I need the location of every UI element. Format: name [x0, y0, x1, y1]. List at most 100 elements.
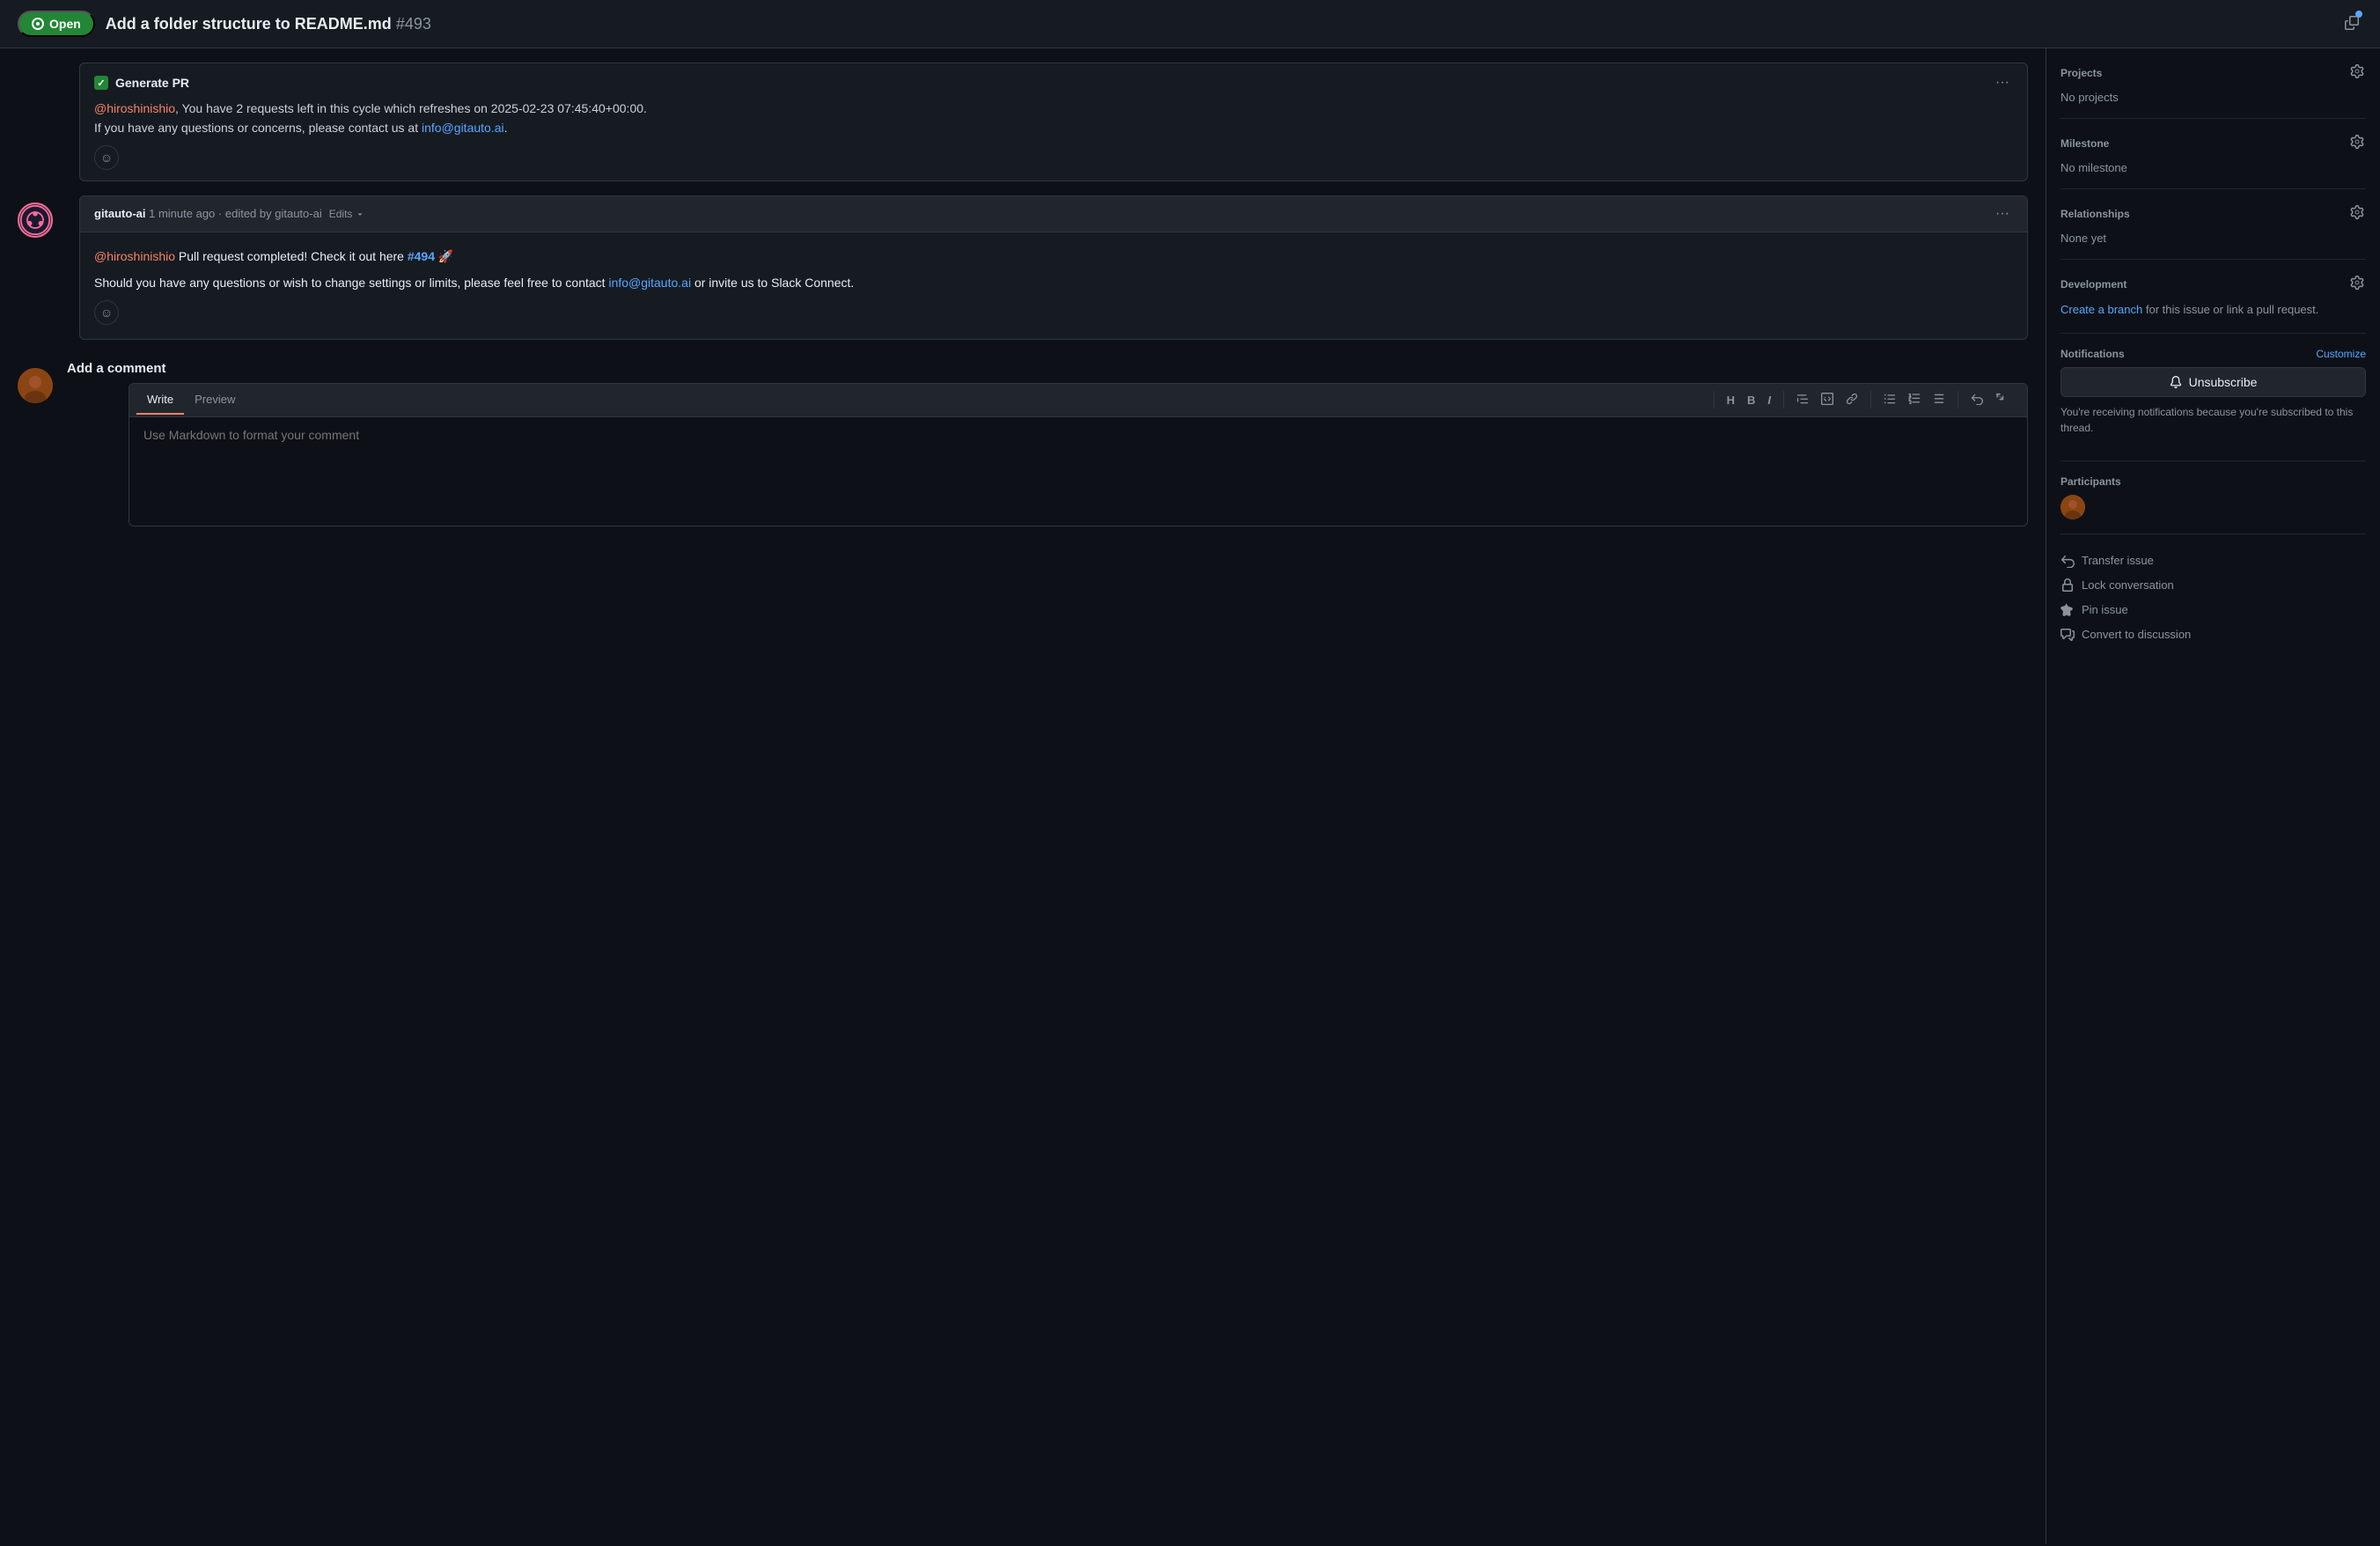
toolbar-h-button[interactable]: H: [1722, 390, 1740, 410]
comment-textarea[interactable]: [129, 417, 2027, 523]
participants-list: [2060, 495, 2366, 519]
sidebar-participants: Participants: [2060, 475, 2366, 534]
notification-text: @hiroshinishio, You have 2 requests left…: [94, 99, 2013, 138]
toolbar-quote-button[interactable]: [1791, 389, 1814, 411]
comment1-more-button[interactable]: ···: [1992, 74, 2013, 92]
sidebar-notifications: Notifications Customize Unsubscribe You'…: [2060, 348, 2366, 461]
emoji-react-2[interactable]: ☺: [94, 300, 119, 325]
open-label: Open: [49, 17, 81, 31]
create-branch-link[interactable]: Create a branch: [2060, 303, 2142, 316]
unsubscribe-label: Unsubscribe: [2189, 375, 2258, 389]
gitauto-avatar-wrapper: [18, 202, 53, 238]
contact-email-link[interactable]: info@gitauto.ai: [422, 121, 504, 135]
notifications-title: Notifications: [2060, 348, 2125, 360]
comment2-more-button[interactable]: ···: [1992, 205, 2013, 223]
transfer-issue-label: Transfer issue: [2082, 554, 2154, 567]
comment-1-wrapper: Generate PR ··· @hiroshinishio, You have…: [18, 63, 2028, 181]
write-tab[interactable]: Write: [136, 386, 184, 415]
open-badge[interactable]: Open: [18, 11, 95, 37]
checkbox-row: Generate PR ···: [94, 74, 2013, 92]
add-comment-wrapper: Add a comment Write Preview H B I: [18, 361, 2028, 526]
notifications-header: Notifications Customize: [2060, 348, 2366, 360]
unsubscribe-button[interactable]: Unsubscribe: [2060, 367, 2366, 397]
transfer-issue-row[interactable]: Transfer issue: [2060, 548, 2366, 573]
add-comment-box: Write Preview H B I: [129, 383, 2028, 526]
comment-2-time: 1 minute ago · edited by gitauto-ai: [149, 207, 322, 220]
emoji-react-1[interactable]: ☺: [94, 145, 119, 170]
toolbar-ul-button[interactable]: [1878, 389, 1901, 411]
toolbar-code-button[interactable]: [1816, 389, 1839, 411]
toolbar-link-button[interactable]: [1840, 389, 1863, 411]
toolbar-ol-button[interactable]: [1903, 389, 1926, 411]
milestone-header: Milestone: [2060, 133, 2366, 153]
pin-icon: [2060, 603, 2075, 617]
pin-issue-row[interactable]: Pin issue: [2060, 598, 2366, 622]
header: Open Add a folder structure to README.md…: [0, 0, 2380, 48]
development-gear-button[interactable]: [2348, 274, 2366, 294]
sidebar-relationships: Relationships None yet: [2060, 203, 2366, 260]
user-avatar: [18, 368, 53, 403]
lock-conversation-label: Lock conversation: [2082, 578, 2174, 592]
notifications-note: You're receiving notifications because y…: [2060, 404, 2366, 436]
edits-button[interactable]: Edits: [329, 208, 365, 220]
sidebar-projects: Projects No projects: [2060, 63, 2366, 119]
comment-2-text-1: @hiroshinishio Pull request completed! C…: [94, 247, 2013, 266]
lock-conversation-row[interactable]: Lock conversation: [2060, 573, 2366, 598]
milestone-gear-button[interactable]: [2348, 133, 2366, 153]
bell-icon: [2170, 376, 2182, 388]
comment-2-header-left: gitauto-ai 1 minute ago · edited by gita…: [94, 207, 364, 220]
comment-2-text-2: Should you have any questions or wish to…: [94, 273, 2013, 292]
toolbar-divider-3: [1870, 391, 1871, 409]
transfer-icon: [2060, 554, 2075, 568]
customize-link[interactable]: Customize: [2316, 348, 2366, 360]
milestone-title: Milestone: [2060, 137, 2109, 150]
milestone-value: No milestone: [2060, 161, 2127, 174]
pin-issue-label: Pin issue: [2082, 603, 2128, 616]
sidebar-actions: Transfer issue Lock conversation Pin iss…: [2060, 548, 2366, 661]
checkbox-text: Generate PR: [115, 76, 189, 90]
checkbox-checked-icon: [94, 76, 108, 90]
convert-discussion-row[interactable]: Convert to discussion: [2060, 622, 2366, 647]
mention-1: @hiroshinishio: [94, 101, 175, 115]
checkbox-comment: Generate PR ··· @hiroshinishio, You have…: [79, 63, 2028, 181]
comment-2-meta: gitauto-ai 1 minute ago · edited by gita…: [94, 207, 322, 220]
comment-2-mention: @hiroshinishio: [94, 249, 175, 263]
gitauto-avatar: [18, 202, 53, 238]
relationships-gear-button[interactable]: [2348, 203, 2366, 224]
comment-2-email[interactable]: info@gitauto.ai: [608, 276, 691, 290]
toolbar-italic-button[interactable]: I: [1762, 390, 1776, 410]
participants-title: Participants: [2060, 475, 2121, 488]
discussion-icon: [2060, 628, 2075, 642]
add-comment-section: Add a comment Write Preview H B I: [67, 361, 2028, 526]
projects-gear-button[interactable]: [2348, 63, 2366, 83]
toolbar-undo-button[interactable]: [1965, 389, 1988, 411]
preview-tab[interactable]: Preview: [184, 386, 246, 415]
toolbar-expand-button[interactable]: [1990, 389, 2013, 411]
content-area: Generate PR ··· @hiroshinishio, You have…: [0, 48, 2046, 1544]
open-circle-icon: [32, 18, 44, 30]
toolbar-tasklist-button[interactable]: [1928, 389, 1950, 411]
comment-2-author: gitauto-ai: [94, 207, 146, 220]
comment-2-header: gitauto-ai 1 minute ago · edited by gita…: [80, 196, 2027, 232]
issue-number: #493: [396, 15, 431, 33]
development-text: Create a branch for this issue or link a…: [2060, 301, 2366, 319]
participant-avatar-1[interactable]: [2060, 495, 2085, 519]
comment-tabs: Write Preview H B I: [129, 384, 2027, 417]
toolbar-divider-2: [1783, 391, 1784, 409]
pr-link[interactable]: #494: [408, 249, 435, 263]
toolbar-bold-button[interactable]: B: [1742, 390, 1760, 410]
development-title: Development: [2060, 278, 2127, 291]
relationships-title: Relationships: [2060, 208, 2130, 220]
convert-discussion-label: Convert to discussion: [2082, 628, 2191, 641]
projects-title: Projects: [2060, 67, 2102, 79]
relationships-value: None yet: [2060, 232, 2106, 245]
notification-dot: [2355, 11, 2362, 18]
toolbar-divider-1: [1714, 391, 1715, 409]
development-header: Development: [2060, 274, 2366, 294]
sidebar: Projects No projects Milestone No milest…: [2046, 48, 2380, 1544]
main-layout: Generate PR ··· @hiroshinishio, You have…: [0, 48, 2380, 1544]
user-avatar-wrapper: [18, 368, 53, 403]
sidebar-milestone: Milestone No milestone: [2060, 133, 2366, 189]
relationships-header: Relationships: [2060, 203, 2366, 224]
page-title: Add a folder structure to README.md #493: [106, 15, 431, 33]
